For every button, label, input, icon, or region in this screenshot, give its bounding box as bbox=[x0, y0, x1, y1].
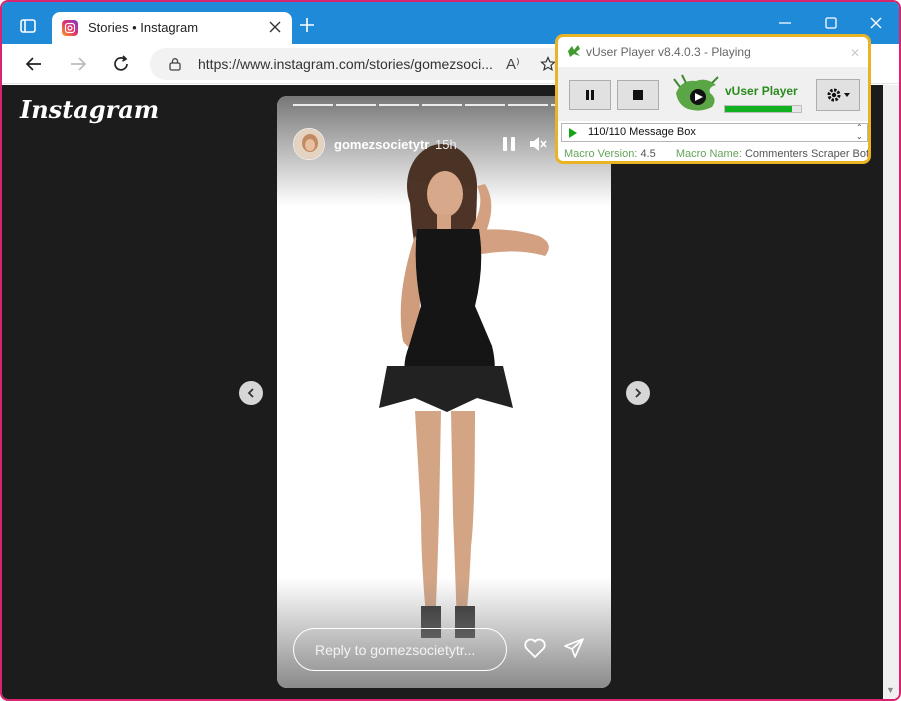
read-aloud-icon[interactable]: A⁾ bbox=[506, 55, 520, 73]
url-field[interactable]: https://www.instagram.com/stories/gomezs… bbox=[150, 48, 570, 80]
close-window-icon[interactable] bbox=[869, 16, 883, 30]
avatar[interactable] bbox=[293, 128, 325, 160]
settings-button[interactable] bbox=[816, 79, 860, 111]
minimize-icon[interactable] bbox=[778, 16, 792, 30]
story-username[interactable]: gomezsocietytr bbox=[334, 137, 429, 152]
vuser-toolbar: vUser Player bbox=[558, 67, 868, 121]
close-tab-icon[interactable] bbox=[268, 20, 282, 34]
story-photo bbox=[379, 144, 549, 638]
pause-icon[interactable] bbox=[502, 136, 516, 152]
tab-actions-icon[interactable] bbox=[16, 14, 40, 38]
vuser-footer: Macro Version: 4.5 Macro Name: Commenter… bbox=[564, 148, 871, 160]
pause-icon bbox=[586, 90, 594, 100]
story-progress-segment bbox=[293, 104, 333, 106]
story-timestamp: 15h bbox=[435, 137, 457, 152]
chevron-left-icon[interactable] bbox=[239, 381, 263, 405]
story-viewer[interactable]: gomezsocietytr 15h Reply to gomezsociety… bbox=[277, 96, 611, 688]
instagram-favicon bbox=[62, 20, 78, 36]
macro-name-value: Commenters Scraper Bot.vu bbox=[744, 148, 871, 160]
vuser-progress-bar bbox=[724, 105, 802, 113]
pause-button[interactable] bbox=[569, 80, 611, 110]
macro-name-label: Macro Name: bbox=[675, 148, 742, 160]
heart-icon[interactable] bbox=[523, 637, 547, 659]
reply-input[interactable]: Reply to gomezsocietytr... bbox=[293, 628, 507, 671]
forward-arrow-icon[interactable] bbox=[68, 54, 88, 74]
vuser-progress-fill bbox=[725, 106, 792, 112]
spinner-arrows-icon[interactable]: ⌃ ⌄ bbox=[856, 123, 863, 141]
tab-instagram-stories[interactable]: Stories • Instagram bbox=[52, 12, 292, 44]
story-progress-segment bbox=[422, 104, 462, 106]
star-icon[interactable] bbox=[540, 56, 556, 72]
macro-version-label: Macro Version: bbox=[564, 148, 638, 160]
vuser-status-bar: 110/110 Message Box ⌃ ⌄ bbox=[561, 123, 868, 142]
vuser-player-window: vUser Player v8.4.0.3 - Playing ✕ vUser … bbox=[555, 34, 871, 164]
send-icon[interactable] bbox=[563, 637, 585, 659]
refresh-icon[interactable] bbox=[111, 54, 131, 74]
macro-version-value: 4.5 bbox=[640, 148, 656, 160]
back-arrow-icon[interactable] bbox=[24, 54, 44, 74]
lock-icon[interactable] bbox=[168, 57, 182, 71]
story-progress-segment bbox=[465, 104, 505, 106]
chevron-right-icon[interactable] bbox=[626, 381, 650, 405]
vuser-brand: vUser Player bbox=[725, 84, 798, 98]
story-progress-segment bbox=[379, 104, 419, 106]
mute-icon[interactable] bbox=[529, 136, 547, 152]
vuser-mascot-icon bbox=[673, 74, 719, 111]
vuser-title: vUser Player v8.4.0.3 - Playing bbox=[586, 45, 751, 59]
story-progress-segment bbox=[336, 104, 376, 106]
new-tab-icon[interactable] bbox=[298, 16, 316, 34]
vuser-status-text: 110/110 Message Box bbox=[588, 126, 696, 138]
tab-title: Stories • Instagram bbox=[88, 20, 199, 35]
scroll-down-icon[interactable]: ▼ bbox=[886, 685, 895, 695]
stop-button[interactable] bbox=[617, 80, 659, 110]
vuser-logo-icon bbox=[568, 45, 580, 57]
play-icon bbox=[569, 128, 577, 138]
instagram-page: Instagram gomezsocietytr 15h Reply to go… bbox=[2, 85, 883, 699]
url-text[interactable]: https://www.instagram.com/stories/gomezs… bbox=[198, 56, 493, 72]
reply-placeholder: Reply to gomezsocietytr... bbox=[315, 642, 476, 658]
instagram-logo[interactable]: Instagram bbox=[20, 95, 159, 124]
stop-icon bbox=[633, 90, 643, 100]
gear-icon bbox=[827, 88, 850, 102]
browser-window: Stories • Instagram https://www.instagra… bbox=[0, 0, 901, 701]
story-progress-segment bbox=[508, 104, 548, 106]
close-icon[interactable]: ✕ bbox=[850, 46, 860, 60]
maximize-icon[interactable] bbox=[824, 16, 838, 30]
page-scrollbar[interactable]: ▼ bbox=[883, 85, 899, 699]
